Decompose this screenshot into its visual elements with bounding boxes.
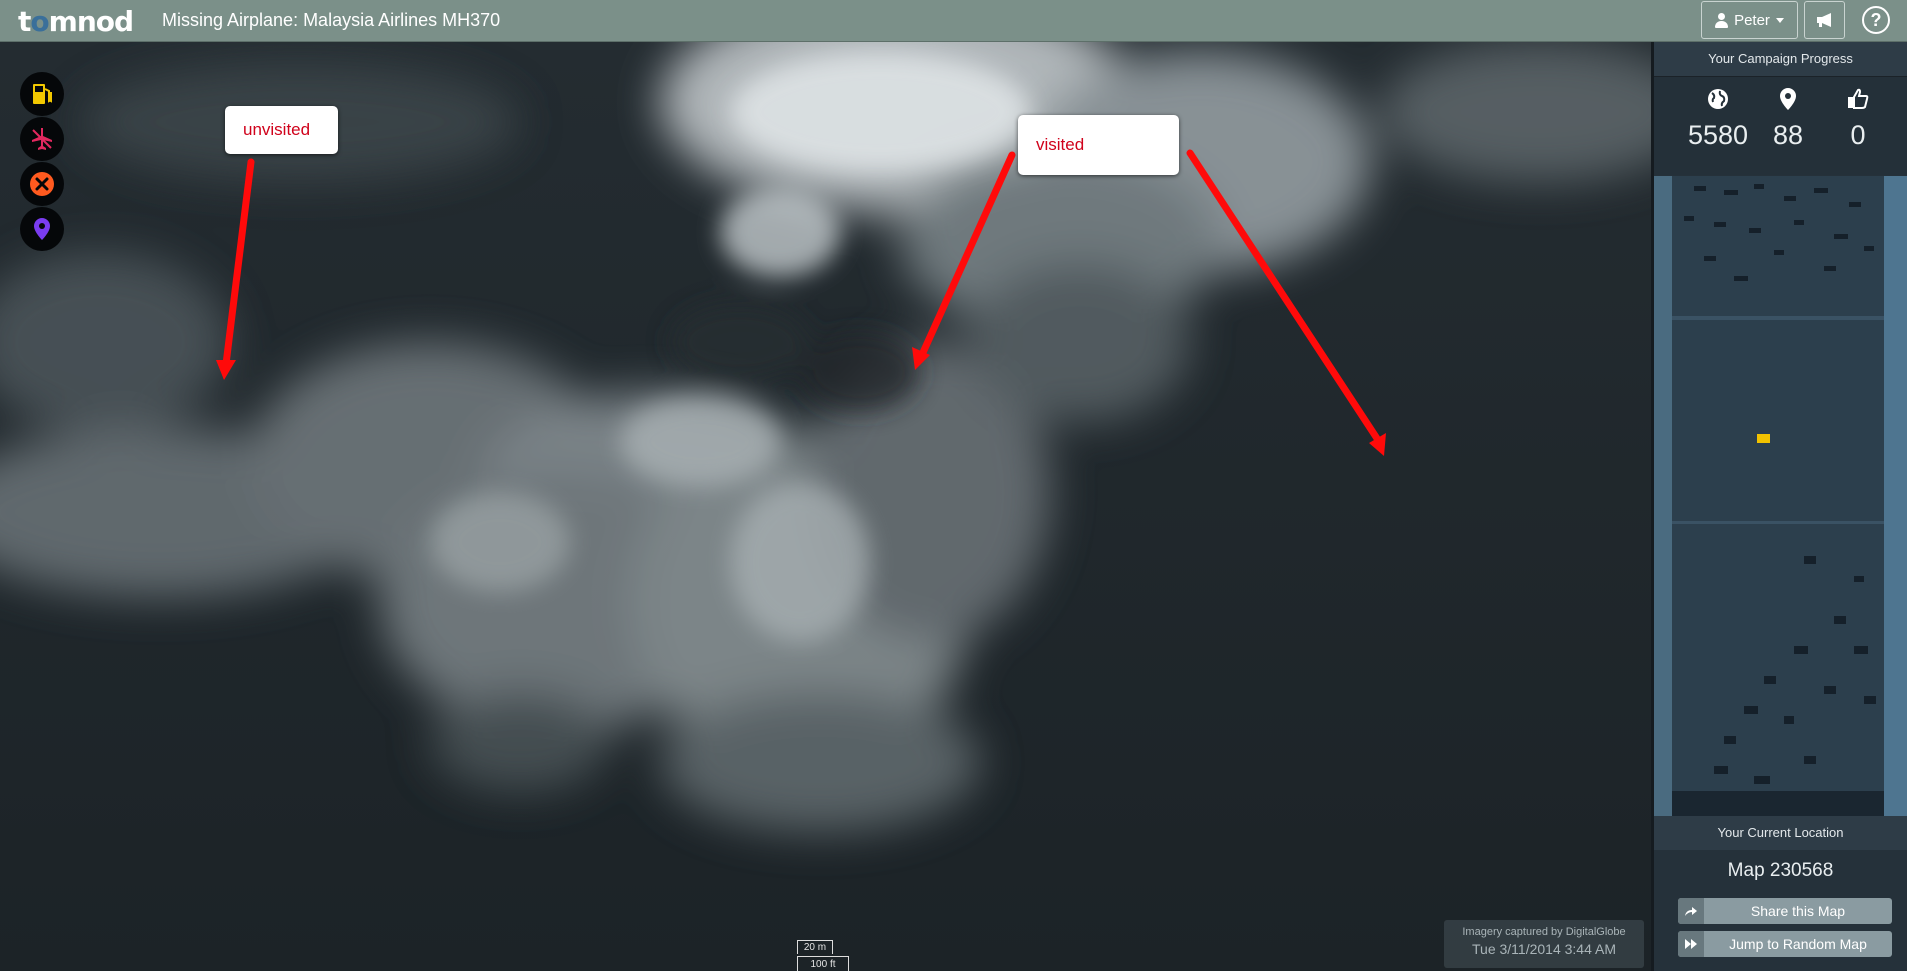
airplane-tool-button[interactable] [20, 117, 64, 161]
current-location-header: Your Current Location [1654, 816, 1907, 850]
announcements-button[interactable] [1804, 1, 1845, 39]
pin-tool-button[interactable] [20, 207, 64, 251]
scale-metric: 20 m [797, 940, 833, 954]
thumbs-up-icon [1848, 88, 1869, 109]
right-panel: Your Campaign Progress 5580 88 0 Your Cu… [1651, 42, 1907, 971]
globe-icon [1708, 89, 1728, 109]
random-map-label: Jump to Random Map [1729, 936, 1867, 952]
tomnod-logo[interactable]: tomnod [18, 5, 134, 38]
logo-prefix: t [18, 5, 31, 38]
logo-suffix: mnod [48, 5, 134, 38]
stat-value: 0 [1850, 120, 1866, 150]
stat-agreements: 0 [1823, 87, 1893, 151]
share-map-button[interactable]: Share this Map [1678, 898, 1892, 924]
logo-dot: o [30, 5, 49, 38]
map-marker-icon [1780, 88, 1796, 110]
campaign-title: Missing Airplane: Malaysia Airlines MH37… [162, 10, 501, 30]
stat-value: 5580 [1687, 120, 1749, 150]
caret-down-icon [1775, 17, 1784, 23]
user-name: Peter [1734, 11, 1770, 29]
map-pin-icon [34, 218, 50, 240]
overview-minimap[interactable] [1654, 176, 1907, 816]
stat-maps-viewed: 5580 [1683, 87, 1753, 151]
campaign-progress-header: Your Campaign Progress [1654, 42, 1907, 77]
airplane-icon [32, 128, 52, 150]
campaign-stats: 5580 88 0 [1654, 77, 1907, 175]
fuel-tool-button[interactable] [20, 72, 64, 116]
megaphone-icon [1816, 13, 1831, 27]
user-icon [1715, 12, 1729, 28]
unvisited-callout: unvisited [225, 106, 338, 154]
close-circle-icon [30, 172, 54, 196]
imagery-attribution: Imagery captured by DigitalGlobe Tue 3/1… [1444, 920, 1644, 968]
unvisited-label: unvisited [243, 120, 311, 139]
imagery-source: Imagery captured by DigitalGlobe [1462, 926, 1626, 938]
random-map-button[interactable]: Jump to Random Map [1678, 931, 1892, 957]
imagery-date: Tue 3/11/2014 3:44 AM [1472, 941, 1616, 957]
user-menu-button[interactable]: Peter [1701, 1, 1798, 39]
satellite-imagery [0, 42, 1651, 971]
top-bar: tomnod Missing Airplane: Malaysia Airlin… [0, 0, 1907, 42]
current-location-marker [1757, 434, 1770, 443]
scale-imperial: 100 ft [797, 956, 849, 971]
stat-value: 88 [1772, 120, 1804, 150]
visited-label: visited [1036, 135, 1085, 154]
help-button[interactable]: ? [1862, 6, 1890, 34]
share-icon [1678, 898, 1704, 924]
satellite-map[interactable]: unvisited visited 20 m 100 ft Imagery ca… [0, 42, 1651, 971]
close-tool-button[interactable] [20, 162, 64, 206]
fast-forward-icon [1678, 931, 1704, 957]
stat-tags: 88 [1753, 87, 1823, 151]
current-map-id: Map 230568 [1727, 860, 1834, 881]
minimap-imagery [1654, 176, 1907, 816]
fuel-icon [33, 84, 52, 104]
share-map-label: Share this Map [1750, 903, 1846, 919]
map-scale: 20 m 100 ft [797, 940, 849, 971]
visited-callout: visited [1018, 115, 1179, 175]
